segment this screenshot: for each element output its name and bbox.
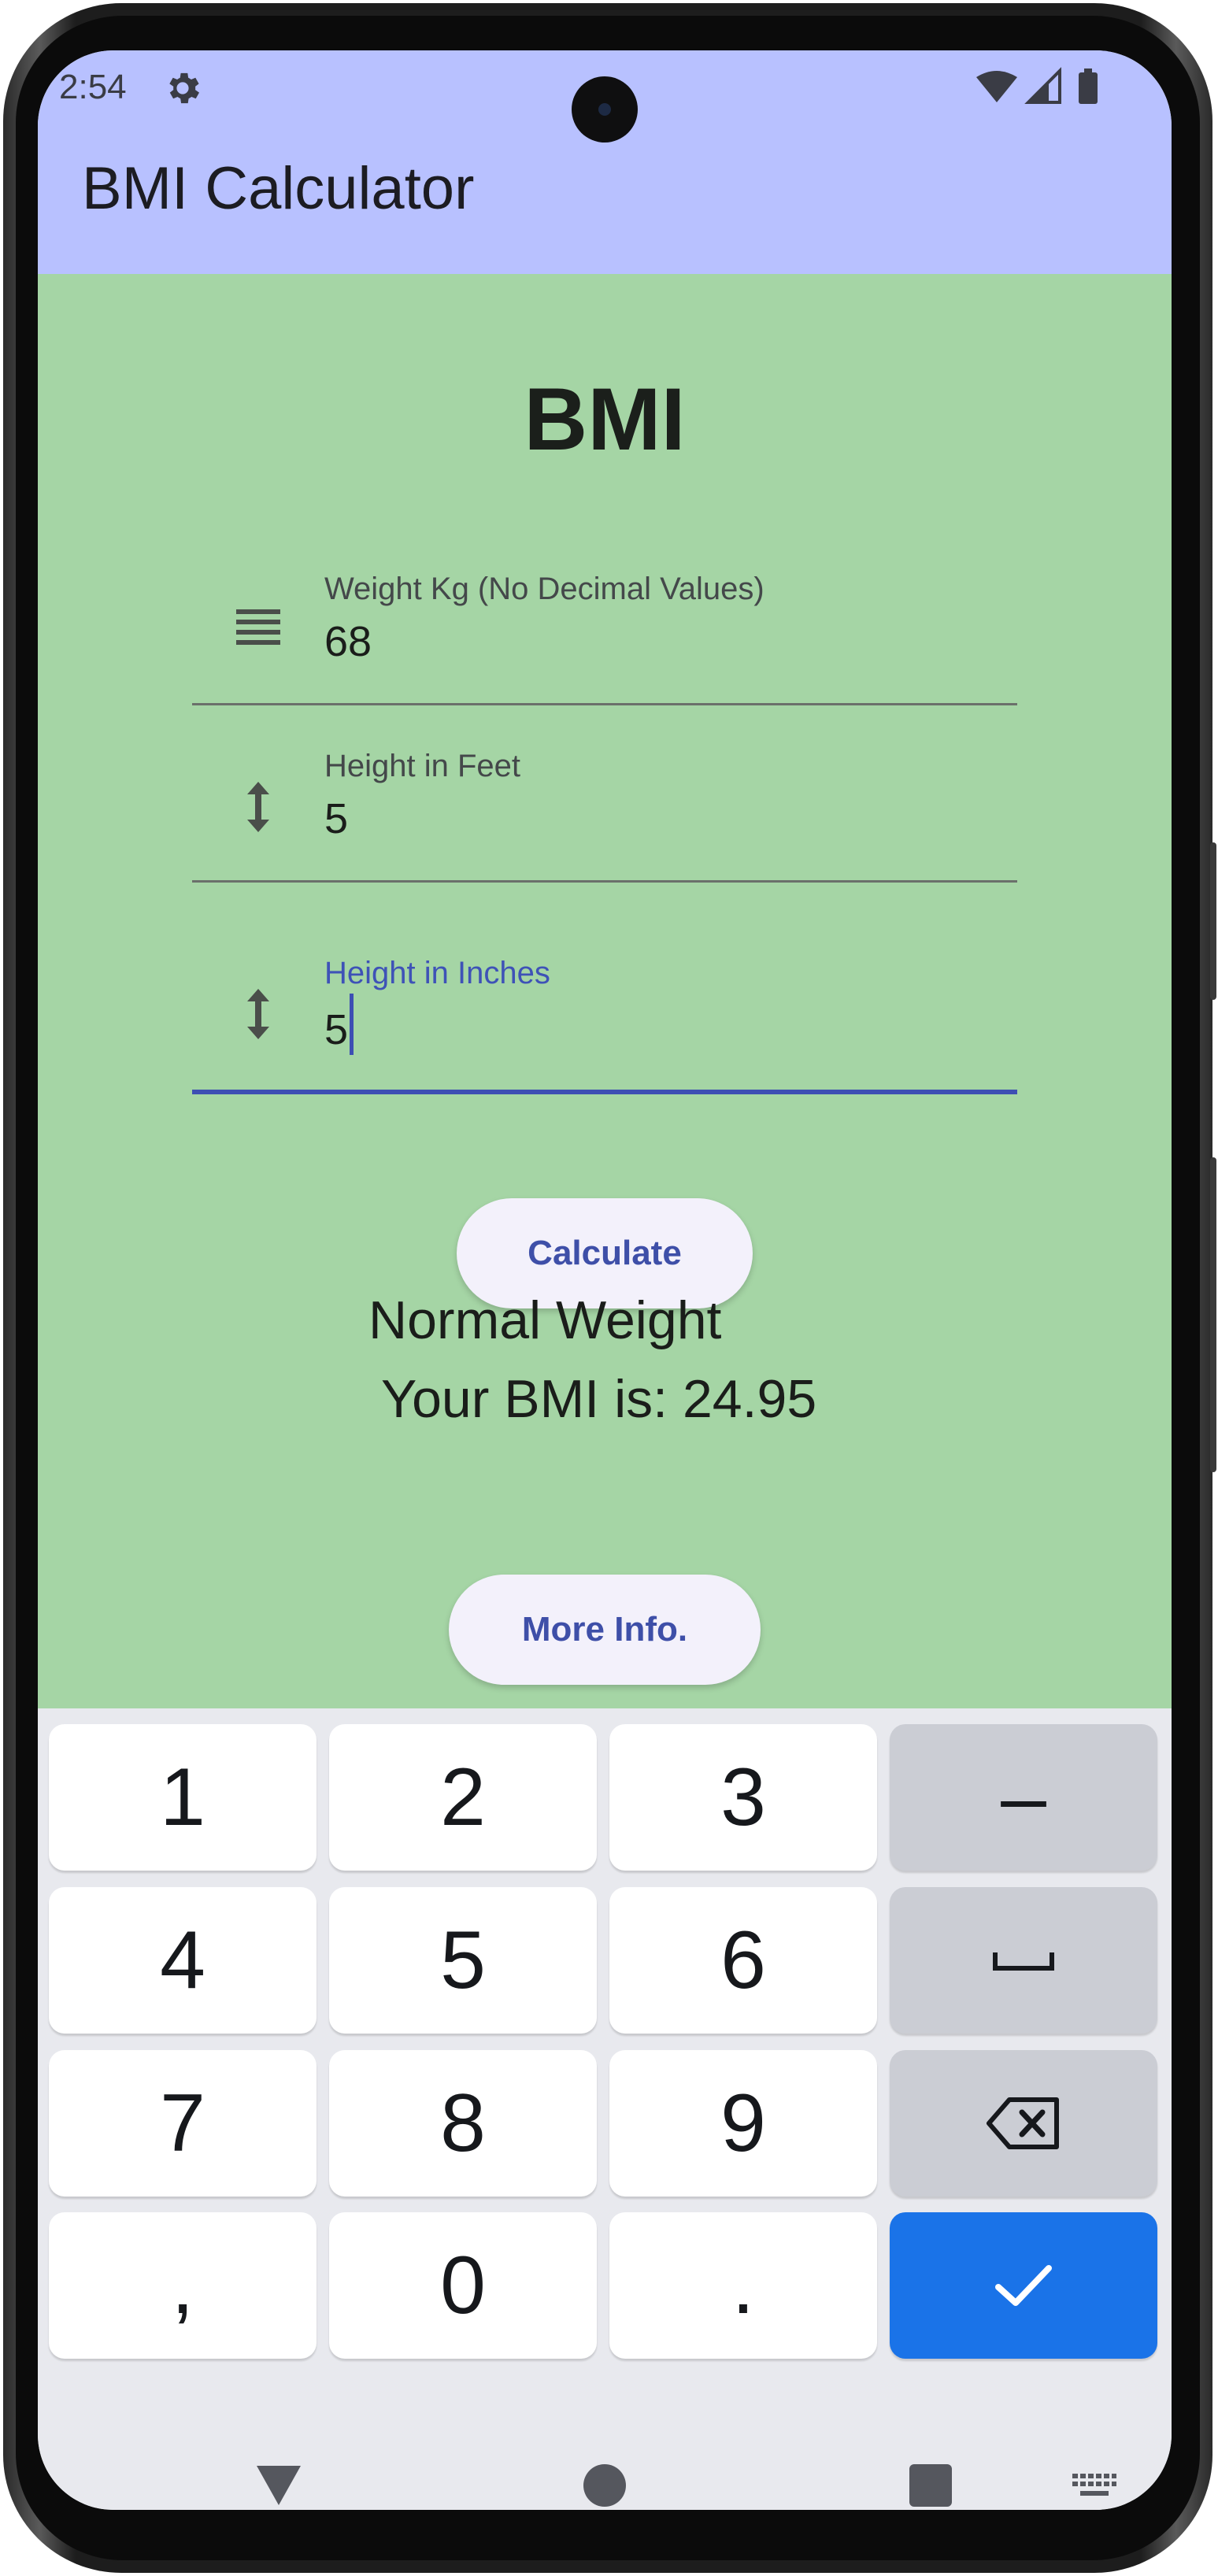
key-9[interactable]: 9 — [609, 2050, 877, 2197]
key-0[interactable]: 0 — [329, 2212, 597, 2359]
key-8[interactable]: 8 — [329, 2050, 597, 2197]
key-5[interactable]: 5 — [329, 1887, 597, 2034]
key-3[interactable]: 3 — [609, 1724, 877, 1871]
key-dash[interactable]: – — [890, 1724, 1157, 1871]
field-underline — [192, 703, 1017, 705]
front-camera — [572, 76, 638, 142]
side-button — [1210, 842, 1216, 1000]
vertical-arrows-icon — [247, 782, 269, 832]
recents-icon[interactable] — [908, 2463, 953, 2508]
main-content: BMI Weight Kg (No Decimal Values) 68 Hei… — [38, 274, 1172, 1708]
height-inches-value[interactable]: 5 — [324, 994, 354, 1055]
field-underline — [192, 880, 1017, 883]
result-bmi: Your BMI is: 24.95 — [381, 1369, 817, 1429]
key-confirm[interactable] — [890, 2212, 1157, 2359]
weight-label: Weight Kg (No Decimal Values) — [324, 572, 764, 606]
battery-icon — [1079, 72, 1098, 104]
app-title: BMI Calculator — [82, 155, 475, 222]
text-cursor — [350, 994, 354, 1055]
app-bar: 2:54 BMI Calculator — [38, 50, 1172, 274]
status-icons — [976, 67, 1098, 104]
key-space[interactable] — [890, 1887, 1157, 2034]
weight-value[interactable]: 68 — [324, 617, 372, 666]
key-2[interactable]: 2 — [329, 1724, 597, 1871]
key-7[interactable]: 7 — [49, 2050, 317, 2197]
height-feet-value[interactable]: 5 — [324, 794, 348, 843]
weight-lines-icon — [236, 609, 280, 645]
vertical-arrows-icon — [247, 989, 269, 1039]
wifi-icon — [976, 71, 1017, 102]
back-icon[interactable] — [254, 2461, 304, 2508]
home-icon[interactable] — [581, 2462, 628, 2509]
key-4[interactable]: 4 — [49, 1887, 317, 2034]
field-underline-focused — [192, 1090, 1017, 1094]
status-time: 2:54 — [59, 68, 127, 106]
key-1[interactable]: 1 — [49, 1724, 317, 1871]
height-inches-field[interactable]: Height in Inches 5 — [192, 949, 1017, 1096]
weight-field[interactable]: Weight Kg (No Decimal Values) 68 — [192, 565, 1017, 707]
screen: 2:54 BMI Calculator BMI Weight Kg (No De… — [38, 50, 1172, 2510]
page-title: BMI — [524, 370, 686, 468]
height-feet-label: Height in Feet — [324, 749, 521, 783]
space-icon — [993, 1952, 1054, 1971]
height-feet-field[interactable]: Height in Feet 5 — [192, 742, 1017, 884]
check-icon — [995, 2265, 1052, 2306]
backspace-icon — [987, 2097, 1059, 2149]
side-button — [1210, 1157, 1216, 1472]
gear-icon — [169, 72, 200, 104]
key-6[interactable]: 6 — [609, 1887, 877, 2034]
result-category: Normal Weight — [368, 1290, 722, 1350]
more-info-button[interactable]: More Info. — [449, 1575, 761, 1685]
height-inches-text: 5 — [324, 1006, 349, 1053]
key-comma[interactable]: , — [49, 2212, 317, 2359]
key-period[interactable]: . — [609, 2212, 877, 2359]
numeric-keyboard: 1 2 3 – 4 5 6 7 8 9 , 0 . — [38, 1708, 1172, 2510]
keyboard-switch-icon[interactable] — [1071, 2471, 1118, 2502]
height-inches-label: Height in Inches — [324, 956, 550, 990]
key-backspace[interactable] — [890, 2050, 1157, 2197]
